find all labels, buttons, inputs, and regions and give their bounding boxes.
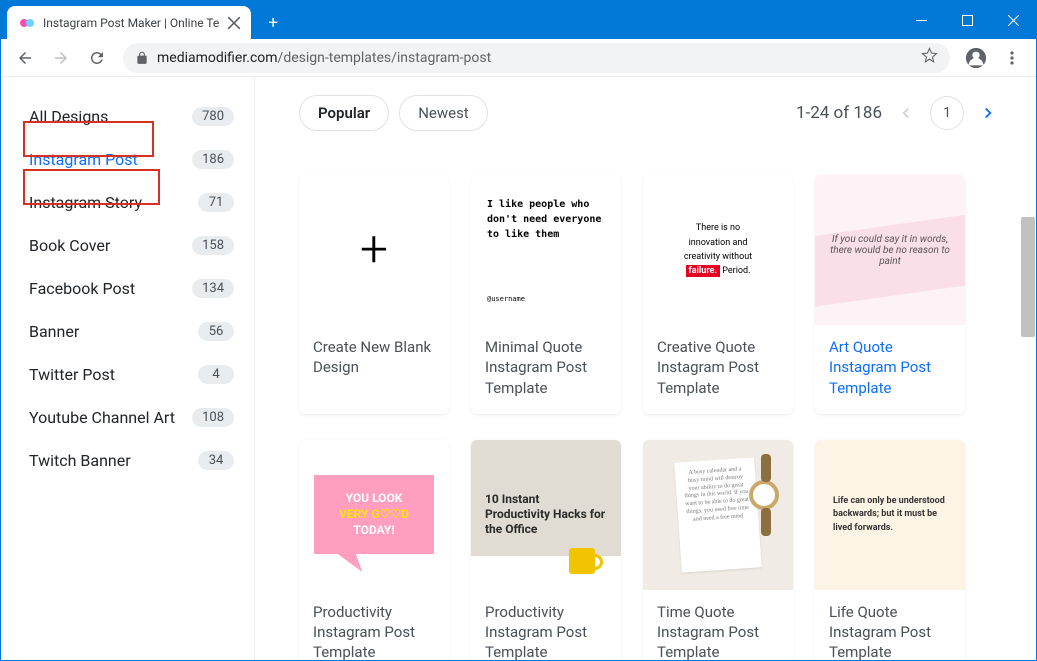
template-thumbnail: I like people who don't need everyone to… (471, 175, 621, 325)
window-close-button[interactable] (990, 1, 1036, 39)
card-title: Productivity Instagram Post Template (471, 590, 621, 660)
sidebar-item-count: 108 (192, 408, 234, 427)
sidebar-item-count: 4 (198, 365, 234, 384)
back-button[interactable] (9, 42, 41, 74)
pager-prev[interactable] (892, 99, 920, 127)
minimize-button[interactable] (898, 1, 944, 39)
sidebar-item-label: Banner (29, 322, 79, 341)
card-title: Minimal Quote Instagram Post Template (471, 325, 621, 414)
window-titlebar: Instagram Post Maker | Online Te + (1, 1, 1036, 39)
browser-tab[interactable]: Instagram Post Maker | Online Te (7, 6, 251, 39)
card-title: Art Quote Instagram Post Template (815, 325, 965, 414)
new-tab-button[interactable]: + (259, 6, 287, 39)
tab-title: Instagram Post Maker | Online Te (43, 16, 219, 30)
template-thumbnail: If you could say it in words, there woul… (815, 175, 965, 325)
template-card[interactable]: A busy calendar and a busy mind will des… (643, 440, 793, 660)
template-gallery: Popular Newest 1-24 of 186 1 + Create Ne… (255, 77, 1036, 660)
filter-newest[interactable]: Newest (399, 95, 488, 131)
sidebar-item-label: All Designs (29, 107, 108, 126)
sidebar-item-label: Instagram Post (29, 150, 138, 169)
sidebar-item-count: 71 (198, 193, 234, 212)
template-thumbnail: 10 Instant Productivity Hacks for the Of… (471, 440, 621, 590)
sidebar-item-twitch-banner[interactable]: Twitch Banner 34 (19, 439, 244, 482)
address-bar[interactable]: mediamodifier.com/design-templates/insta… (123, 43, 950, 73)
template-card[interactable]: There is no innovation and creativity wi… (643, 175, 793, 414)
sidebar-item-label: Youtube Channel Art (29, 408, 175, 427)
pager-next[interactable] (974, 99, 1002, 127)
template-card[interactable]: YOU LOOK VERY G♡♡D TODAY! Productivity I… (299, 440, 449, 660)
browser-toolbar: mediamodifier.com/design-templates/insta… (1, 39, 1036, 77)
card-title: Time Quote Instagram Post Template (643, 590, 793, 660)
template-card[interactable]: 10 Instant Productivity Hacks for the Of… (471, 440, 621, 660)
sidebar-item-label: Instagram Story (29, 193, 142, 212)
sidebar-item-youtube-channel-art[interactable]: Youtube Channel Art 108 (19, 396, 244, 439)
lock-icon (135, 51, 149, 65)
sidebar-item-count: 158 (192, 236, 234, 255)
template-thumbnail: Life can only be understood backwards; b… (815, 440, 965, 590)
sidebar-item-count: 134 (192, 279, 234, 298)
pager-current[interactable]: 1 (930, 96, 964, 130)
sidebar-item-label: Book Cover (29, 236, 110, 255)
sidebar-item-label: Twitter Post (29, 365, 115, 384)
reload-button[interactable] (81, 42, 113, 74)
sidebar-item-count: 780 (192, 107, 234, 126)
sidebar-item-twitter-post[interactable]: Twitter Post 4 (19, 353, 244, 396)
card-title: Life Quote Instagram Post Template (815, 590, 965, 660)
template-card-create-blank[interactable]: + Create New Blank Design (299, 175, 449, 414)
pager-range: 1-24 of 186 (796, 103, 882, 123)
sidebar-item-all-designs[interactable]: All Designs 780 (19, 95, 244, 138)
template-thumbnail: YOU LOOK VERY G♡♡D TODAY! (299, 440, 449, 590)
template-thumbnail: There is no innovation and creativity wi… (643, 175, 793, 325)
category-sidebar: All Designs 780 Instagram Post 186 Insta… (1, 77, 255, 660)
filter-popular[interactable]: Popular (299, 95, 389, 131)
sidebar-item-facebook-post[interactable]: Facebook Post 134 (19, 267, 244, 310)
maximize-button[interactable] (944, 1, 990, 39)
page-content: All Designs 780 Instagram Post 186 Insta… (1, 77, 1036, 660)
forward-button[interactable] (45, 42, 77, 74)
sidebar-item-count: 56 (198, 322, 234, 341)
sidebar-item-label: Twitch Banner (29, 451, 131, 470)
menu-icon[interactable] (996, 42, 1028, 74)
sidebar-item-count: 186 (192, 150, 234, 169)
sidebar-item-label: Facebook Post (29, 279, 135, 298)
template-card[interactable]: If you could say it in words, there woul… (815, 175, 965, 414)
card-title: Creative Quote Instagram Post Template (643, 325, 793, 414)
window-controls (898, 1, 1036, 39)
sidebar-item-count: 34 (198, 451, 234, 470)
pagination: 1-24 of 186 1 (796, 96, 1002, 130)
scrollbar-thumb[interactable] (1021, 217, 1035, 337)
card-title: Create New Blank Design (299, 325, 449, 394)
card-title: Productivity Instagram Post Template (299, 590, 449, 660)
sidebar-item-instagram-story[interactable]: Instagram Story 71 (19, 181, 244, 224)
gallery-controls: Popular Newest 1-24 of 186 1 (299, 95, 1002, 131)
star-icon[interactable] (921, 47, 938, 68)
plus-icon: + (299, 175, 449, 325)
sidebar-item-instagram-post[interactable]: Instagram Post 186 (19, 138, 244, 181)
profile-icon[interactable] (960, 42, 992, 74)
sidebar-item-book-cover[interactable]: Book Cover 158 (19, 224, 244, 267)
template-thumbnail: A busy calendar and a busy mind will des… (643, 440, 793, 590)
template-card[interactable]: I like people who don't need everyone to… (471, 175, 621, 414)
favicon-icon (19, 15, 35, 31)
sidebar-item-banner[interactable]: Banner 56 (19, 310, 244, 353)
template-card[interactable]: Life can only be understood backwards; b… (815, 440, 965, 660)
close-icon[interactable] (227, 16, 241, 30)
url-text: mediamodifier.com/design-templates/insta… (157, 50, 491, 66)
template-grid: + Create New Blank Design I like people … (299, 175, 1002, 660)
